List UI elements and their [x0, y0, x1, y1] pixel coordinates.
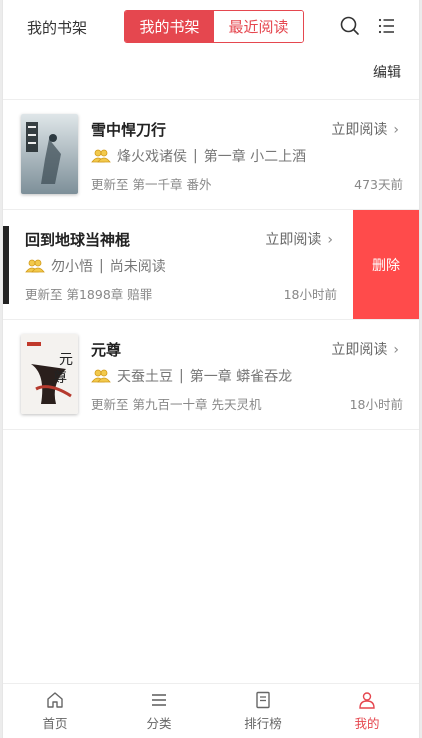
latest-update: 更新至 第1898章 赔罪: [25, 287, 153, 302]
tab-my-bookshelf[interactable]: 我的书架: [125, 11, 214, 42]
book-title[interactable]: 回到地球当神棍: [25, 229, 130, 250]
book-title[interactable]: 雪中悍刀行: [91, 119, 166, 140]
book-item[interactable]: 雪中悍刀行 立即阅读 › 烽火戏诸侯 | 第一章 小二上酒 更新至 第一千章 番外…: [3, 100, 419, 210]
current-chapter: 尚未阅读: [109, 259, 166, 275]
tab-home[interactable]: 首页: [3, 684, 107, 738]
chevron-right-icon: ›: [327, 232, 333, 248]
tab-label: 排行榜: [244, 716, 282, 731]
read-now-button[interactable]: 立即阅读 ›: [331, 339, 399, 359]
latest-update: 更新至 第一千章 番外: [91, 177, 212, 192]
separator: |: [179, 368, 184, 384]
current-chapter: 第一章 蟒雀吞龙: [189, 369, 293, 385]
book-cover: 元 尊: [21, 334, 78, 414]
bottom-tab-bar: 首页 分类 排行榜 我的: [3, 683, 419, 738]
page-title: 我的书架: [27, 19, 88, 37]
book-cover-edge: [3, 226, 9, 304]
svg-text:元: 元: [59, 352, 73, 368]
read-now-button[interactable]: 立即阅读 ›: [331, 119, 399, 139]
tab-mine[interactable]: 我的: [315, 684, 419, 738]
book-meta: 天蚕土豆 | 第一章 蟒雀吞龙: [91, 366, 292, 386]
latest-update: 更新至 第九百一十章 先天灵机: [91, 397, 262, 412]
category-icon: [152, 694, 166, 706]
edit-button[interactable]: 编辑: [373, 62, 401, 82]
book-title[interactable]: 元尊: [91, 339, 121, 360]
author-name: 天蚕土豆: [117, 369, 173, 385]
home-icon: [47, 692, 63, 708]
read-now-button[interactable]: 立即阅读 ›: [265, 229, 333, 249]
current-chapter: 第一章 小二上酒: [203, 149, 307, 165]
header: 我的书架 我的书架 最近阅读: [3, 0, 419, 54]
read-now-label: 立即阅读: [331, 122, 388, 138]
author-name: 勿小悟: [51, 259, 93, 275]
app-window: 我的书架 我的书架 最近阅读 编辑 雪中悍刀行 立即阅读 › 烽火戏诸侯 | 第…: [2, 0, 420, 738]
author-icon: [91, 369, 111, 383]
author-name: 烽火戏诸侯: [117, 149, 187, 165]
user-icon: [359, 692, 375, 709]
tab-recent-reading[interactable]: 最近阅读: [214, 11, 303, 42]
delete-button[interactable]: 删除: [353, 210, 419, 320]
tab-category[interactable]: 分类: [107, 684, 211, 738]
read-now-label: 立即阅读: [331, 342, 388, 358]
ranking-icon: [256, 691, 270, 709]
read-now-label: 立即阅读: [265, 232, 322, 248]
separator: |: [193, 148, 198, 164]
book-meta: 勿小悟 | 尚未阅读: [25, 256, 166, 276]
book-item[interactable]: 元 尊 元尊 立即阅读 › 天蚕土豆 | 第一章 蟒雀吞龙 更新至 第九百一十章 …: [3, 320, 419, 430]
tab-label: 首页: [42, 716, 68, 731]
update-time: 18小时前: [283, 287, 337, 302]
segmented-control: 我的书架 最近阅读: [124, 10, 304, 43]
update-time: 18小时前: [349, 397, 403, 412]
tab-label: 我的: [354, 716, 380, 731]
search-icon[interactable]: [338, 14, 362, 38]
book-cover: [21, 114, 78, 194]
author-icon: [91, 149, 111, 163]
tab-label: 分类: [146, 716, 172, 731]
update-time: 473天前: [354, 177, 403, 192]
author-icon: [25, 259, 45, 273]
separator: |: [99, 258, 104, 274]
chevron-right-icon: ›: [393, 342, 399, 358]
book-meta: 烽火戏诸侯 | 第一章 小二上酒: [91, 146, 306, 166]
menu-list-icon[interactable]: [375, 14, 399, 38]
chevron-right-icon: ›: [393, 122, 399, 138]
divider: [3, 429, 419, 430]
tab-ranking[interactable]: 排行榜: [211, 684, 315, 738]
book-item[interactable]: 回到地球当神棍 立即阅读 › 勿小悟 | 尚未阅读 更新至 第1898章 赔罪 1…: [3, 210, 419, 320]
svg-text:尊: 尊: [53, 369, 67, 386]
